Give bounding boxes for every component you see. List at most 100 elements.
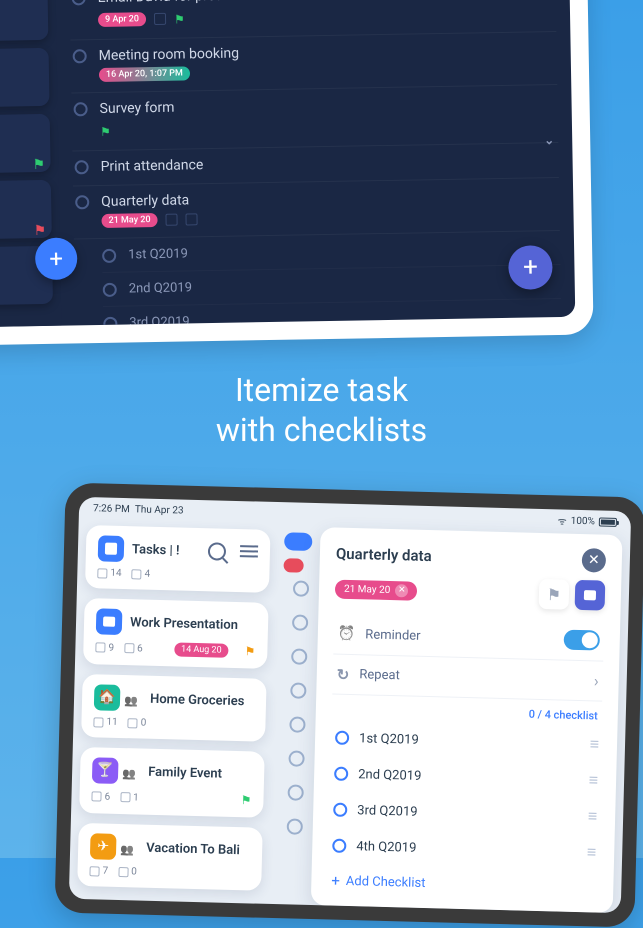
- search-icon[interactable]: [208, 542, 226, 560]
- date-pill: 14 Aug 20: [174, 642, 229, 657]
- status-time: 7:26 PM: [93, 503, 130, 515]
- checkbox-icon[interactable]: [103, 282, 117, 296]
- flag-icon: [32, 154, 44, 166]
- date-pill[interactable]: 21 May 20✕: [335, 579, 418, 600]
- checkbox-icon[interactable]: [332, 839, 346, 853]
- date-pill: 21 May 20: [101, 213, 157, 228]
- reminder-label: Reminder: [365, 627, 421, 643]
- cocktail-icon: 🍸: [92, 757, 119, 784]
- checklist-label: 4th Q2019: [356, 839, 416, 856]
- checkbox-icon[interactable]: [75, 160, 89, 174]
- stat-2: 0: [141, 718, 147, 729]
- stat-2: 6: [137, 643, 143, 654]
- checklist-label: 1st Q2019: [359, 731, 419, 748]
- sidebar-card[interactable]: [0, 114, 51, 173]
- subtask-name: 1st Q2019: [128, 246, 188, 262]
- plane-icon: ✈: [90, 833, 117, 860]
- checkbox-icon[interactable]: [335, 731, 349, 745]
- repeat-label: Repeat: [359, 667, 400, 683]
- checkbox-icon[interactable]: [73, 49, 87, 63]
- note-field[interactable]: Data must be formatted in chart: [326, 905, 597, 913]
- drag-handle-icon[interactable]: ≡: [587, 842, 595, 862]
- stat-1: 14: [110, 568, 122, 579]
- clear-date-icon[interactable]: ✕: [395, 584, 408, 597]
- stat-2: 4: [144, 569, 150, 580]
- checkbox-icon[interactable]: [73, 102, 87, 116]
- project-title: Work Presentation: [130, 615, 238, 633]
- stat-1: 6: [104, 791, 110, 802]
- project-title: Home Groceries: [150, 691, 245, 708]
- alarm-icon: [338, 626, 356, 642]
- panel-title: Quarterly data: [336, 545, 432, 565]
- status-date: Thu Apr 23: [135, 504, 184, 516]
- list-icon: [95, 642, 105, 652]
- project-card[interactable]: ✈Vacation To Bali 70: [77, 823, 263, 891]
- list-icon: [97, 568, 107, 578]
- flag-icon: [174, 8, 185, 27]
- light-screen: 7:26 PM Thu Apr 23 ᯤ100% Tasks | ! 144 W…: [69, 497, 631, 913]
- project-title: Family Event: [148, 764, 222, 781]
- filter-icon[interactable]: [240, 545, 258, 559]
- list-icon: [89, 866, 99, 876]
- top-tablet-dark: + Simplify layout Email David for presen…: [0, 0, 594, 346]
- people-icon: [122, 762, 140, 780]
- drag-handle-icon[interactable]: ≡: [589, 734, 597, 754]
- close-button[interactable]: ✕: [582, 548, 607, 573]
- task-detail-panel: Quarterly data ✕ 21 May 20✕ ⚑ Reminder R…: [311, 527, 623, 913]
- repeat-row[interactable]: Repeat ›: [332, 655, 603, 702]
- project-title: Vacation To Bali: [146, 840, 240, 857]
- date-pill: 9 Apr 20: [98, 12, 146, 27]
- wifi-icon: ᯤ: [557, 513, 567, 527]
- reminder-toggle[interactable]: [564, 630, 601, 651]
- checkbox-icon[interactable]: [334, 767, 348, 781]
- sidebar-card[interactable]: [0, 48, 50, 107]
- stat-2: 1: [133, 792, 139, 803]
- date-pill: 16 Apr 20, 1:07 PM: [99, 66, 190, 82]
- alarm-icon: [165, 214, 177, 226]
- bg-pill: [283, 558, 303, 573]
- note-icon: [124, 643, 134, 653]
- task-name: Print attendance: [100, 157, 203, 175]
- project-card[interactable]: Tasks | ! 144: [85, 525, 271, 593]
- stat-2: 0: [131, 866, 137, 877]
- task-name: Survey form: [99, 100, 174, 117]
- task-row[interactable]: Meeting room booking 16 Apr 20, 1:07 PM: [70, 32, 557, 93]
- expand-chevron-icon[interactable]: [544, 133, 554, 147]
- task-row[interactable]: Survey form: [71, 85, 558, 151]
- checkbox-icon[interactable]: [102, 248, 116, 262]
- note-icon: [154, 12, 166, 24]
- subtask-name: 2nd Q2019: [129, 280, 192, 296]
- home-icon: 🏠: [94, 684, 121, 711]
- project-button[interactable]: [575, 580, 606, 611]
- bottom-tablet-light: 7:26 PM Thu Apr 23 ᯤ100% Tasks | ! 144 W…: [54, 482, 643, 927]
- checkbox-icon[interactable]: [333, 803, 347, 817]
- project-card[interactable]: 🍸 Family Event 6 1: [79, 747, 265, 818]
- dark-screen: + Simplify layout Email David for presen…: [0, 0, 575, 327]
- task-name: Meeting room booking: [99, 46, 240, 64]
- bg-checklist: [287, 580, 310, 834]
- checklist-label: 3rd Q2019: [357, 803, 418, 820]
- list-icon: [93, 717, 103, 727]
- note-icon: [118, 866, 128, 876]
- sidebar-card[interactable]: [0, 0, 48, 41]
- checkbox-icon[interactable]: [75, 195, 89, 209]
- drag-handle-icon[interactable]: ≡: [588, 806, 596, 826]
- people-icon: [120, 838, 138, 856]
- checkbox-icon[interactable]: [72, 0, 86, 5]
- project-card[interactable]: Work Presentation 9 6 14 Aug 20: [83, 598, 269, 669]
- battery-icon: [599, 517, 617, 526]
- project-card[interactable]: 🏠Home Groceries 110: [81, 674, 267, 742]
- note-icon: [131, 569, 141, 579]
- reminder-row[interactable]: Reminder: [333, 614, 604, 662]
- task-row[interactable]: Quarterly data 21 May 20: [73, 178, 560, 239]
- project-icon: [98, 535, 125, 562]
- detail-area: Quarterly data ✕ 21 May 20✕ ⚑ Reminder R…: [269, 502, 631, 913]
- add-checklist-button[interactable]: Add Checklist: [327, 863, 598, 904]
- checkbox-icon[interactable]: [103, 316, 117, 325]
- drag-handle-icon[interactable]: ≡: [589, 770, 597, 790]
- battery-pct: 100%: [571, 515, 595, 527]
- checklist-label: 2nd Q2019: [358, 767, 422, 784]
- flag-button[interactable]: ⚑: [539, 579, 570, 610]
- stat-1: 9: [108, 642, 114, 653]
- sidebar-card[interactable]: [0, 180, 52, 239]
